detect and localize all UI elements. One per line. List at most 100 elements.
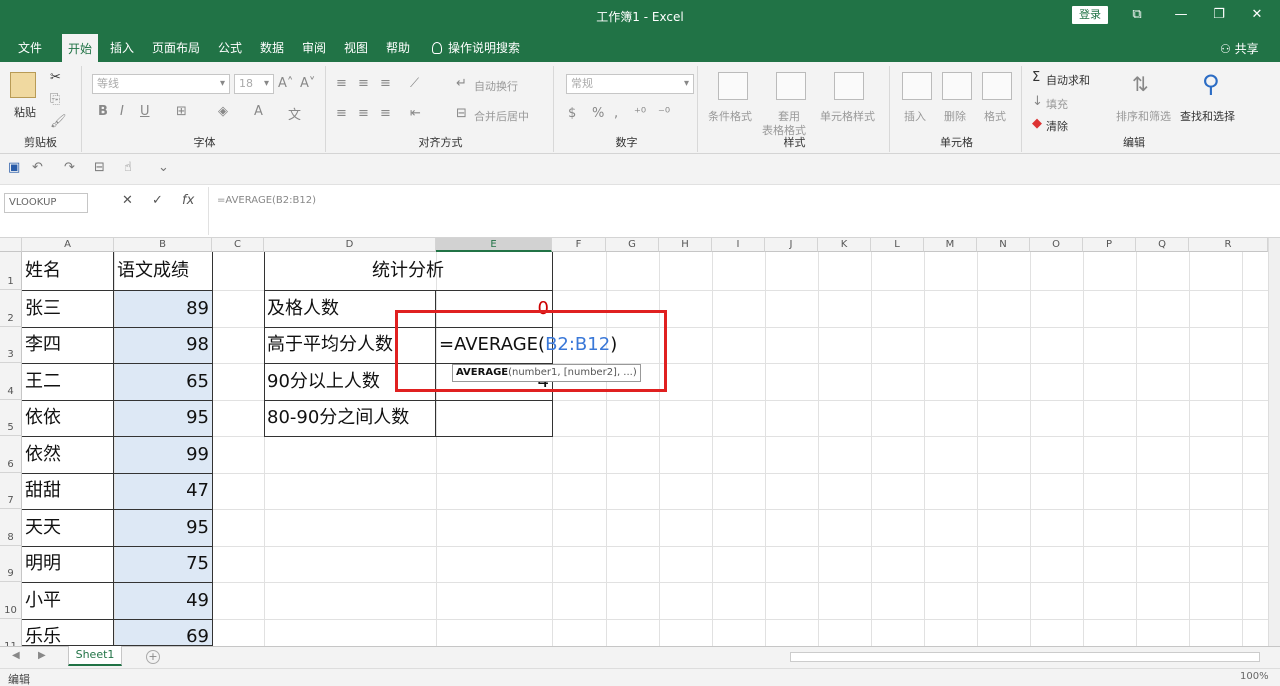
- tab-file[interactable]: 文件: [12, 34, 48, 62]
- column-header[interactable]: H: [659, 238, 712, 252]
- cancel-icon[interactable]: ✕: [122, 193, 133, 208]
- row-header[interactable]: 5: [0, 400, 22, 436]
- tab-formulas[interactable]: 公式: [212, 34, 248, 62]
- column-header[interactable]: E: [436, 238, 552, 252]
- name-box[interactable]: VLOOKUP: [4, 193, 88, 213]
- bold-button[interactable]: B: [98, 104, 108, 119]
- login-button[interactable]: 登录: [1072, 6, 1108, 24]
- enter-icon[interactable]: ✓: [152, 193, 163, 208]
- add-sheet-icon[interactable]: +: [146, 650, 160, 664]
- cell-styles-icon[interactable]: [834, 72, 864, 100]
- share-button[interactable]: ⚇ 共享: [1220, 40, 1259, 57]
- cell-styles-label[interactable]: 单元格样式: [820, 108, 875, 124]
- fill-label[interactable]: 填充: [1046, 96, 1068, 112]
- orientation-icon[interactable]: ⟋: [410, 76, 419, 91]
- merge-center-icon[interactable]: ⊟: [456, 106, 467, 121]
- scroll-left-icon[interactable]: ◀: [12, 650, 20, 661]
- row-header[interactable]: 4: [0, 363, 22, 400]
- indent-icon[interactable]: ⇤: [410, 106, 421, 121]
- italic-button[interactable]: I: [120, 104, 124, 119]
- tab-help[interactable]: 帮助: [380, 34, 416, 62]
- conditional-format-label[interactable]: 条件格式: [708, 108, 752, 124]
- align-center-icon[interactable]: ≡: [358, 106, 369, 121]
- autosum-icon[interactable]: Σ: [1032, 70, 1040, 85]
- ribbon-display-options-icon[interactable]: ⧉: [1124, 4, 1150, 26]
- merge-center-label[interactable]: 合并后居中: [474, 108, 529, 124]
- column-header[interactable]: M: [924, 238, 977, 252]
- wrap-text-icon[interactable]: ↵: [456, 76, 467, 91]
- name-cell[interactable]: 甜甜: [22, 473, 114, 509]
- column-header[interactable]: P: [1083, 238, 1136, 252]
- row-header[interactable]: 1: [0, 252, 22, 290]
- format-cells-label[interactable]: 格式: [984, 108, 1006, 124]
- font-size-select[interactable]: 18: [234, 74, 274, 94]
- name-cell[interactable]: 王二: [22, 364, 114, 400]
- tab-view[interactable]: 视图: [338, 34, 374, 62]
- column-header[interactable]: Q: [1136, 238, 1189, 252]
- align-bottom-icon[interactable]: ≡: [380, 76, 391, 91]
- minimize-icon[interactable]: —: [1168, 4, 1194, 26]
- sheet-tab[interactable]: Sheet1: [68, 646, 122, 666]
- underline-button[interactable]: U: [140, 104, 150, 119]
- stats-title-cell[interactable]: 统计分析: [264, 253, 552, 289]
- delete-cells-label[interactable]: 删除: [944, 108, 966, 124]
- tell-me-search[interactable]: 操作说明搜索: [426, 34, 526, 62]
- form-icon[interactable]: ⊟: [94, 160, 105, 175]
- row-header[interactable]: 6: [0, 436, 22, 473]
- score-cell[interactable]: 69: [114, 619, 212, 646]
- row-header[interactable]: 2: [0, 290, 22, 327]
- touch-mode-icon[interactable]: ☝: [124, 160, 132, 175]
- column-header[interactable]: I: [712, 238, 765, 252]
- score-cell[interactable]: 99: [114, 437, 212, 473]
- decrease-decimal-icon[interactable]: ⁻⁰: [658, 106, 670, 121]
- column-header[interactable]: F: [552, 238, 606, 252]
- score-cell[interactable]: 89: [114, 291, 212, 327]
- column-header[interactable]: K: [818, 238, 871, 252]
- name-cell[interactable]: 小平: [22, 583, 114, 619]
- fill-icon[interactable]: ↓: [1032, 94, 1043, 109]
- column-header[interactable]: B: [114, 238, 212, 252]
- row-header[interactable]: 3: [0, 327, 22, 363]
- tab-home[interactable]: 开始: [62, 34, 99, 62]
- paste-label[interactable]: 粘贴: [14, 104, 36, 120]
- insert-cells-icon[interactable]: [902, 72, 932, 100]
- score-cell[interactable]: 49: [114, 583, 212, 619]
- select-all-corner[interactable]: [0, 238, 22, 252]
- formula-input[interactable]: =AVERAGE(B2:B12): [208, 187, 1274, 235]
- paste-icon[interactable]: [10, 72, 36, 98]
- currency-icon[interactable]: $: [568, 106, 576, 121]
- row-header[interactable]: 10: [0, 582, 22, 619]
- font-name-select[interactable]: 等线: [92, 74, 230, 94]
- score-cell[interactable]: 95: [114, 400, 212, 436]
- align-top-icon[interactable]: ≡: [336, 76, 347, 91]
- clear-label[interactable]: 清除: [1046, 118, 1068, 134]
- horizontal-scrollbar[interactable]: [790, 652, 1260, 662]
- score-cell[interactable]: 65: [114, 364, 212, 400]
- sort-filter-label[interactable]: 排序和筛选: [1116, 108, 1171, 124]
- cut-icon[interactable]: ✂: [50, 70, 61, 85]
- name-cell[interactable]: 乐乐: [22, 619, 114, 646]
- vertical-scrollbar[interactable]: [1268, 238, 1280, 646]
- column-header[interactable]: O: [1030, 238, 1083, 252]
- zoom-level[interactable]: 100%: [1240, 671, 1269, 682]
- score-cell[interactable]: 98: [114, 327, 212, 363]
- increase-font-icon[interactable]: A˄: [278, 76, 293, 91]
- wrap-text-label[interactable]: 自动换行: [474, 78, 518, 94]
- phonetic-icon[interactable]: 文: [288, 104, 301, 123]
- undo-icon[interactable]: ↶: [32, 160, 43, 175]
- score-cell[interactable]: 47: [114, 473, 212, 509]
- align-left-icon[interactable]: ≡: [336, 106, 347, 121]
- find-select-label[interactable]: 查找和选择: [1180, 108, 1235, 124]
- autosum-label[interactable]: 自动求和: [1046, 72, 1090, 88]
- format-painter-icon[interactable]: 🖌: [50, 114, 67, 129]
- redo-icon[interactable]: ↷: [64, 160, 75, 175]
- insert-cells-label[interactable]: 插入: [904, 108, 926, 124]
- tab-insert[interactable]: 插入: [104, 34, 140, 62]
- row-header[interactable]: 11: [0, 619, 22, 646]
- tab-data[interactable]: 数据: [254, 34, 290, 62]
- fill-color-icon[interactable]: ◈: [218, 104, 228, 119]
- align-middle-icon[interactable]: ≡: [358, 76, 369, 91]
- restore-icon[interactable]: ❐: [1206, 4, 1232, 26]
- row-header[interactable]: 8: [0, 509, 22, 546]
- name-cell[interactable]: 依依: [22, 400, 114, 436]
